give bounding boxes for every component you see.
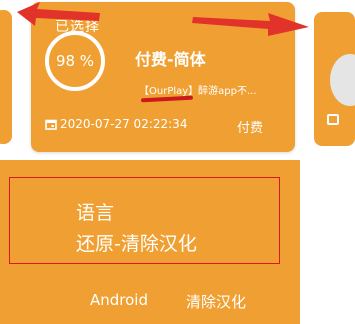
platform-label: Android [90,291,148,309]
clear-localization-label[interactable]: 清除汉化 [186,291,246,312]
card-title: 付费-简体 [135,50,206,69]
progress-percent: 98 % [55,52,95,70]
language-value: 还原-清除汉化 [76,233,197,255]
screen: 已选择 98 % 付费-简体 【OurPlay】醉游app不... 2020-0… [0,0,355,324]
card-date: 2020-07-27 02:22:34 [60,117,188,131]
carousel-card-selected[interactable]: 已选择 98 % 付费-简体 【OurPlay】醉游app不... 2020-0… [31,2,295,152]
language-option-panel[interactable]: 语言 还原-清除汉化 Android 清除汉化 [0,160,300,324]
card-price: 付费 [237,121,264,136]
language-label: 语言 [76,202,115,224]
progress-ring-icon [330,54,355,106]
card-description: 【OurPlay】醉游app不... [139,86,257,97]
carousel-card-next[interactable] [314,12,355,146]
carousel-card-previous[interactable] [0,10,12,144]
calendar-icon [45,119,57,130]
calendar-icon [327,114,339,125]
